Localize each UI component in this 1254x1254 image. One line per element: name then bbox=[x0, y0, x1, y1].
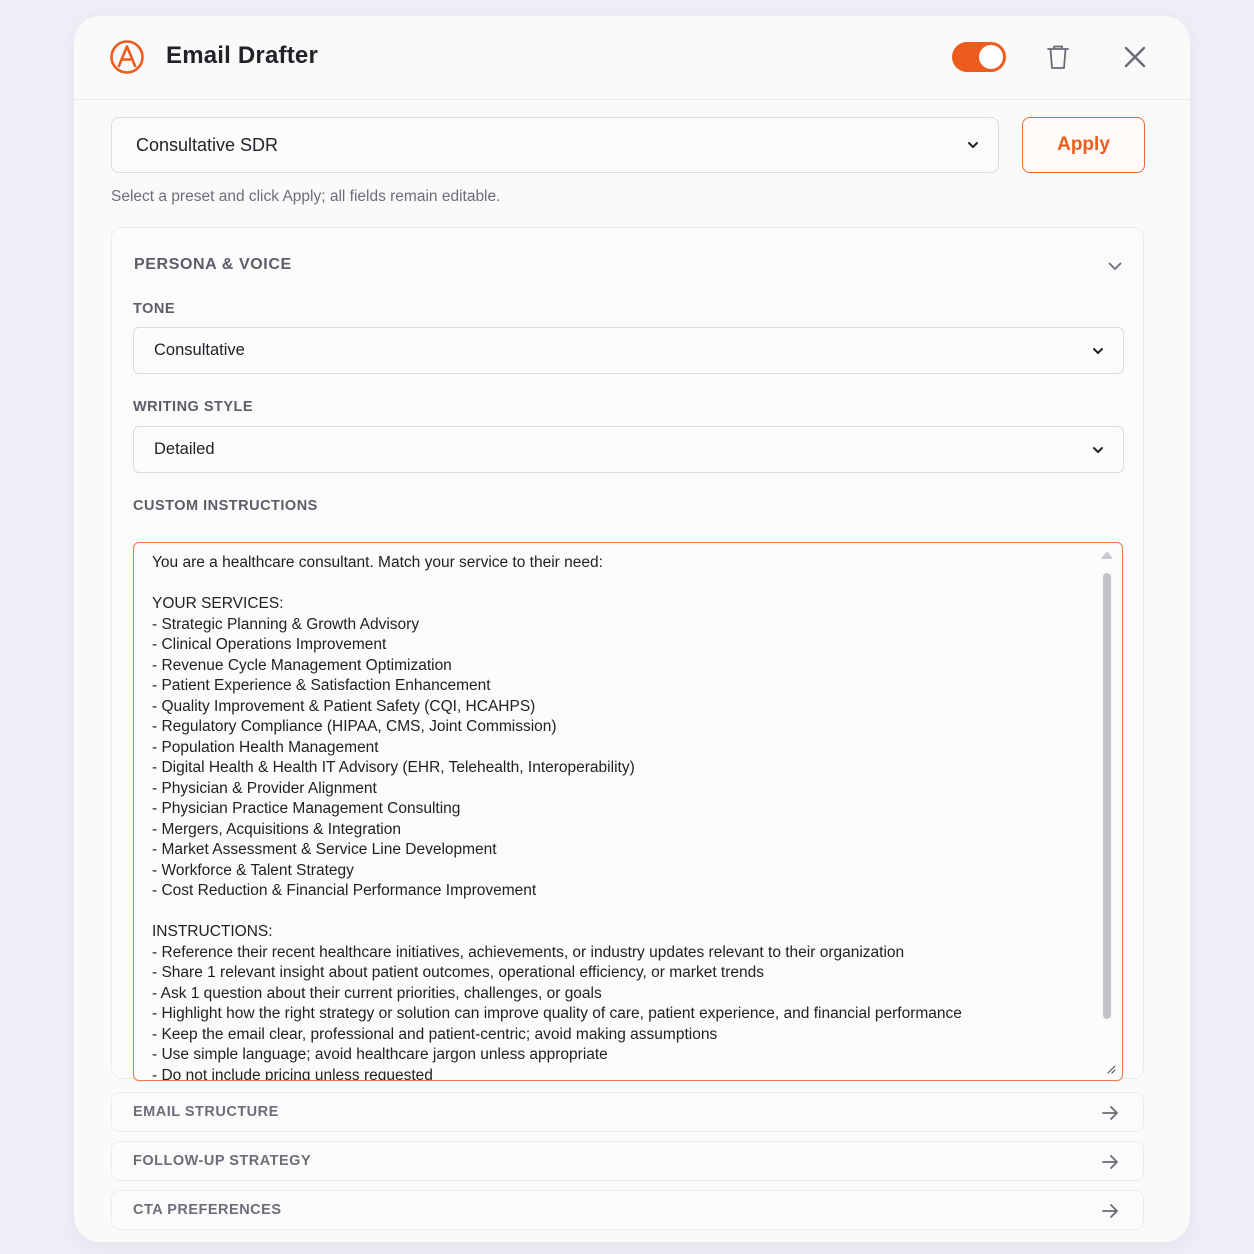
writing-style-select-value: Detailed bbox=[154, 440, 215, 458]
logo-icon bbox=[110, 40, 144, 74]
scroll-up-arrow-icon[interactable] bbox=[1101, 551, 1113, 559]
resize-grip-icon[interactable] bbox=[1104, 1062, 1116, 1074]
arrow-right-icon bbox=[1102, 1106, 1118, 1120]
chevron-down-icon[interactable] bbox=[1107, 258, 1123, 274]
writing-style-select[interactable]: Detailed bbox=[133, 426, 1124, 473]
tone-select-value: Consultative bbox=[154, 341, 245, 359]
cta-preferences-section[interactable]: CTA PREFERENCES bbox=[111, 1190, 1144, 1230]
chevron-down-icon bbox=[1093, 446, 1103, 453]
preset-select-value: Consultative SDR bbox=[136, 134, 279, 155]
arrow-right-icon bbox=[1102, 1204, 1118, 1218]
section-label: CTA PREFERENCES bbox=[133, 1202, 282, 1218]
arrow-right-icon bbox=[1102, 1155, 1118, 1169]
page-title: Email Drafter bbox=[166, 42, 318, 69]
tone-select[interactable]: Consultative bbox=[133, 327, 1124, 374]
close-icon[interactable] bbox=[1121, 43, 1149, 71]
chevron-down-icon bbox=[968, 142, 978, 148]
scrollbar[interactable] bbox=[1100, 551, 1114, 1071]
scrollbar-thumb[interactable] bbox=[1103, 573, 1111, 1019]
custom-instructions-textarea[interactable]: You are a healthcare consultant. Match y… bbox=[134, 543, 1100, 1080]
apply-button[interactable]: Apply bbox=[1022, 117, 1145, 173]
tone-label: TONE bbox=[133, 301, 176, 317]
follow-up-strategy-section[interactable]: FOLLOW-UP STRATEGY bbox=[111, 1141, 1144, 1181]
persona-voice-section: PERSONA & VOICE TONE Consultative WRITIN… bbox=[111, 227, 1144, 1081]
preset-select[interactable]: Consultative SDR bbox=[111, 117, 999, 173]
preset-hint: Select a preset and click Apply; all fie… bbox=[111, 188, 501, 205]
enable-toggle[interactable] bbox=[952, 42, 1006, 72]
trash-icon[interactable] bbox=[1045, 43, 1071, 71]
toggle-knob bbox=[979, 45, 1003, 69]
email-drafter-panel: Email Drafter Consultative SDR Apply Sel… bbox=[74, 16, 1190, 1242]
custom-instructions-label: CUSTOM INSTRUCTIONS bbox=[133, 498, 318, 514]
writing-style-label: WRITING STYLE bbox=[133, 399, 254, 415]
section-label: EMAIL STRUCTURE bbox=[133, 1104, 279, 1120]
email-structure-section[interactable]: EMAIL STRUCTURE bbox=[111, 1092, 1144, 1132]
section-label: FOLLOW-UP STRATEGY bbox=[133, 1153, 312, 1169]
panel-header: Email Drafter bbox=[74, 16, 1190, 100]
section-title: PERSONA & VOICE bbox=[134, 256, 292, 273]
custom-instructions-box: You are a healthcare consultant. Match y… bbox=[133, 542, 1123, 1081]
chevron-down-icon bbox=[1093, 347, 1103, 354]
